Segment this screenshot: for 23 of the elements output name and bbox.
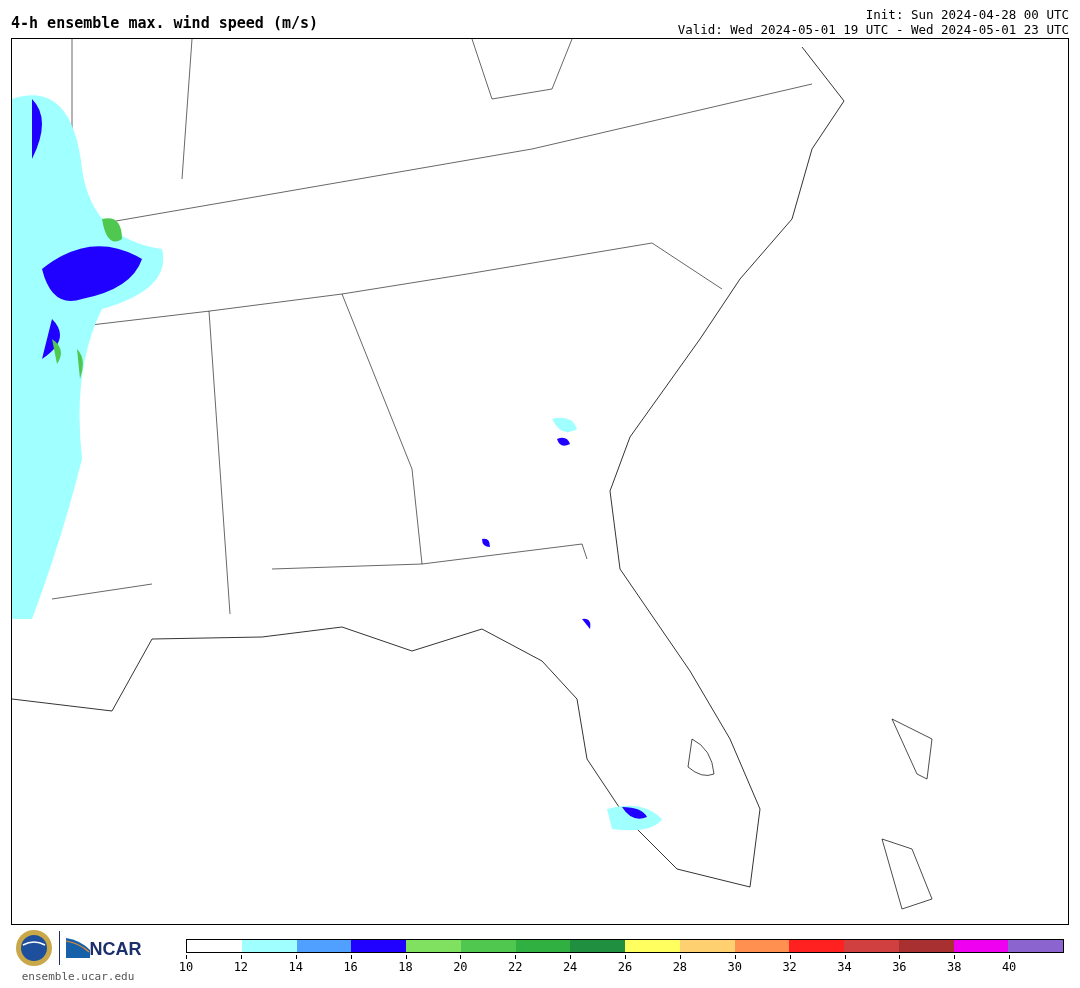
tick-label: 32	[782, 961, 797, 973]
tick-label: 40	[1001, 961, 1017, 973]
tick-label: 16	[343, 961, 358, 973]
tick-label: 18	[398, 961, 413, 973]
globe-logo-icon	[14, 929, 53, 967]
tick-label: 30	[727, 961, 742, 973]
tick-label: 34	[837, 961, 852, 973]
tick-label: 38	[947, 961, 962, 973]
logo-text: NCAR	[89, 940, 142, 958]
tick-label: 12	[233, 961, 249, 973]
tick-label: 20	[453, 961, 468, 973]
tick-label: 28	[672, 961, 688, 973]
tick-label: 26	[617, 961, 633, 973]
map-title: 4-h ensemble max. wind speed (m/s)	[11, 16, 319, 31]
site-url: ensemble.ucar.edu	[21, 969, 135, 985]
tick-label: 10	[178, 961, 194, 973]
valid-time: Valid: Wed 2024-05-01 19 UTC - Wed 2024-05-01 23 UTC	[677, 22, 1069, 37]
init-time: Init: Sun 2024-04-28 00 UTC	[865, 7, 1069, 22]
tick-label: 22	[508, 961, 523, 973]
tick-label: 14	[288, 961, 303, 973]
tick-label: 36	[892, 961, 907, 973]
tick-label: 24	[562, 961, 578, 973]
wave-logo-icon	[65, 938, 90, 958]
